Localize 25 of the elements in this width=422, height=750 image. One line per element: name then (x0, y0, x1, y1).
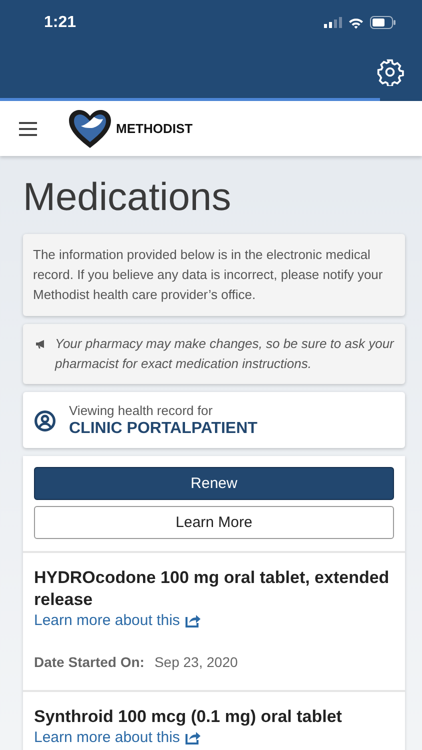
user-icon (34, 410, 56, 432)
page-title: Medications (23, 176, 232, 220)
learn-more-button[interactable]: Learn More (34, 506, 394, 539)
megaphone-icon (35, 339, 46, 349)
tip-text: Your pharmacy may make changes, so be sure to ask your pharmacist for exact medication instructions. (55, 335, 395, 373)
wifi-icon (348, 16, 364, 28)
notice-text: The information provided below is in the electronic medical record. If you believe any data is incorrect, please notify your Methodist health care provider’s office. (23, 234, 405, 316)
learn-more-link[interactable]: Learn more about this (34, 612, 201, 629)
status-time: 1:21 (44, 14, 76, 32)
heart-logo-icon (67, 108, 113, 150)
date-value: Sep 23, 2020 (154, 654, 238, 670)
menu-icon[interactable] (19, 122, 37, 136)
medication-name: HYDROcodone 100 mg oral tablet, extended release (34, 567, 390, 611)
brand-name: METHODIST (116, 121, 193, 136)
renew-button[interactable]: Renew (34, 467, 394, 500)
share-icon (184, 730, 201, 745)
medication-name: Synthroid 100 mcg (0.1 mg) oral tablet (34, 706, 343, 728)
learn-more-link[interactable]: Learn more about this (34, 729, 201, 746)
date-label: Date Started On: (34, 654, 144, 670)
patient-name: CLINIC PORTALPATIENT (69, 420, 258, 438)
battery-icon (370, 16, 396, 29)
patient-caption: Viewing health record for (69, 403, 214, 418)
settings-icon[interactable] (376, 58, 404, 86)
share-icon (184, 613, 201, 628)
signal-icon (324, 17, 342, 28)
